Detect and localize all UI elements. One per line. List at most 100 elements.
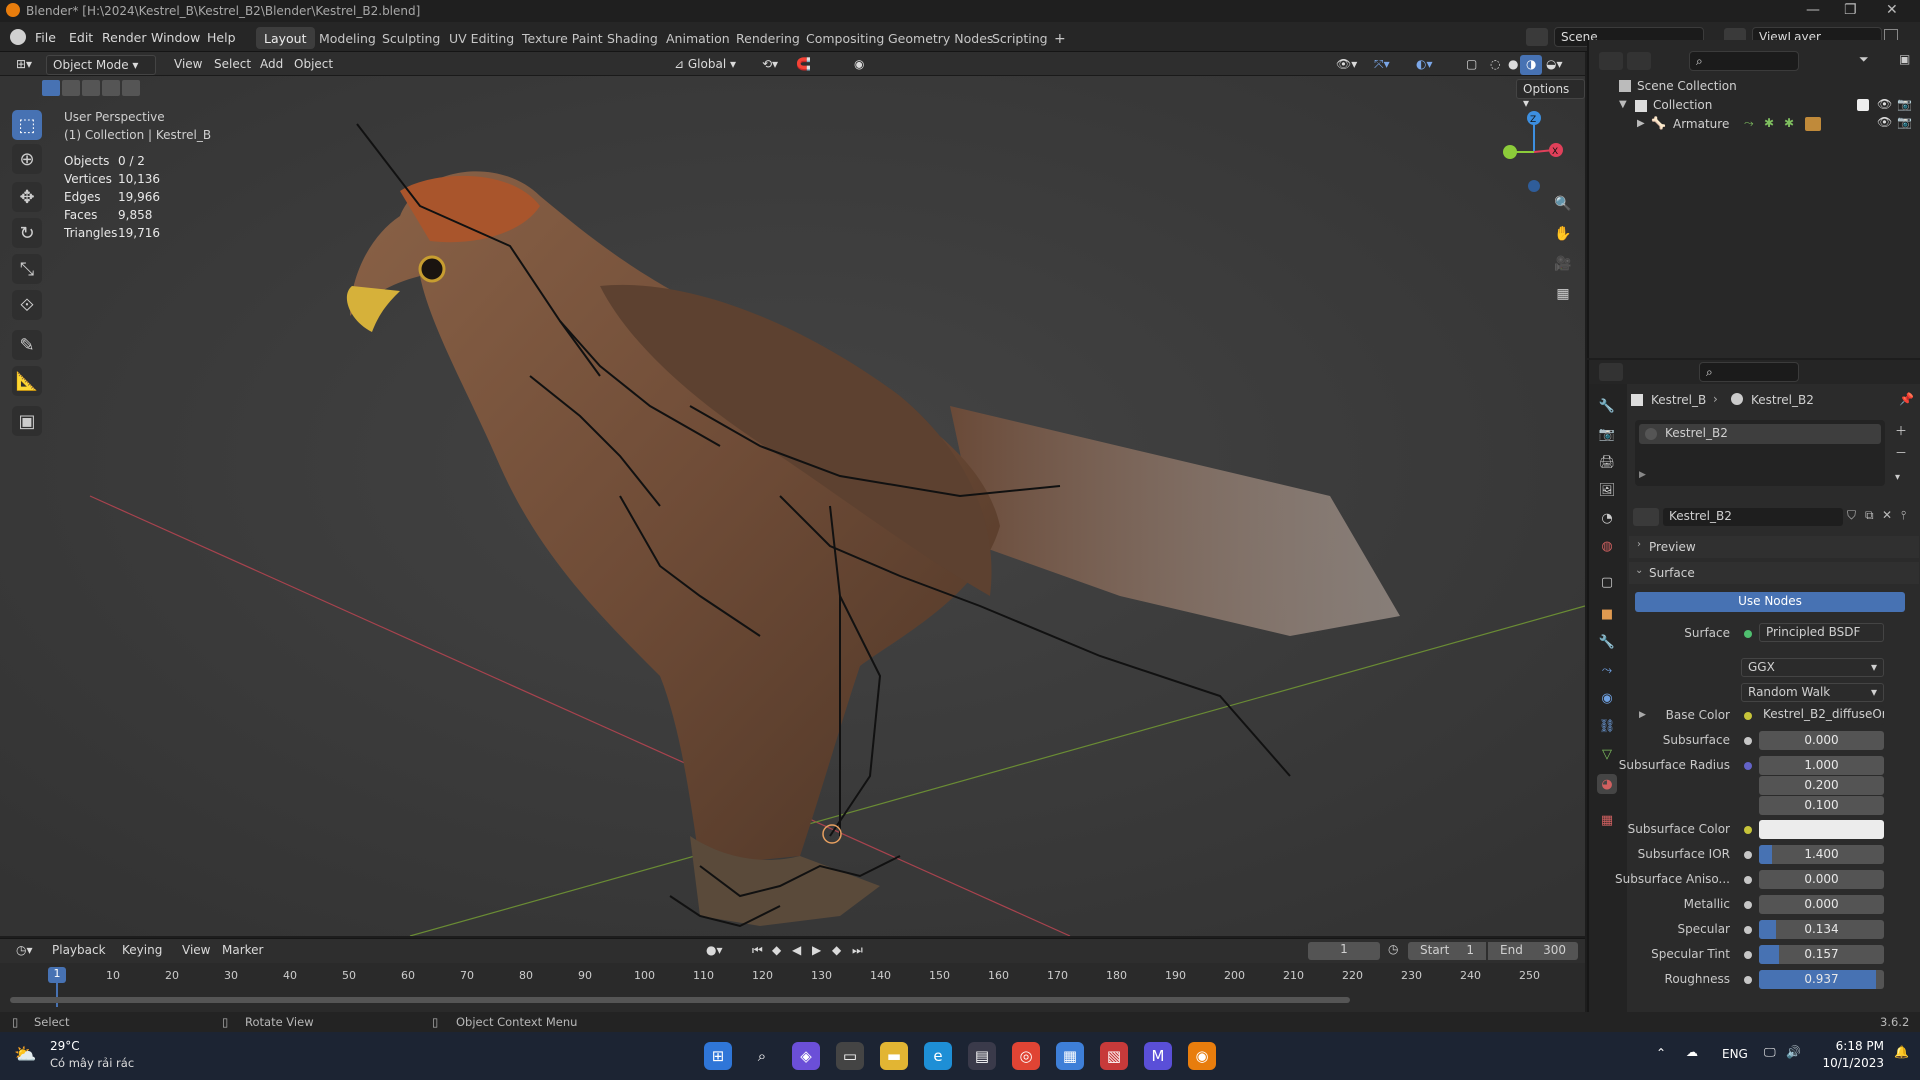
distribution-dropdown[interactable]: GGX ▾ [1741,658,1884,677]
subsurface-slider[interactable]: 0.000 [1759,731,1884,750]
menu-add[interactable]: Add [254,55,289,75]
mail-icon[interactable]: M [1144,1042,1172,1070]
shading-rendered-icon[interactable]: ◒▾ [1540,55,1569,75]
menu-select[interactable]: Select [208,55,257,75]
prev-keyframe-icon[interactable]: ◆ [766,941,787,961]
pin-icon[interactable]: 📌 [1899,392,1914,406]
menu-window[interactable]: Window [151,30,200,45]
subsurface-ior-slider[interactable]: 1.400 [1759,845,1884,864]
record-icon[interactable]: ●▾ [700,941,729,961]
use-nodes-button[interactable]: Use Nodes [1635,592,1905,612]
language-indicator[interactable]: ENG [1722,1047,1748,1061]
tab-texture-paint[interactable]: Texture Paint [514,27,611,49]
outliner-search[interactable]: ⌕ [1689,51,1799,71]
zoom-icon[interactable]: 🔍 [1551,192,1575,216]
maximize-icon[interactable]: ❐ [1844,2,1857,18]
editor-type-icon[interactable]: ⊞▾ [10,55,38,75]
next-keyframe-icon[interactable]: ◆ [826,941,847,961]
subsurface-radius-x[interactable]: 1.000 [1759,756,1884,775]
browse-material-icon[interactable] [1633,508,1659,526]
store-icon[interactable]: ▦ [1056,1042,1084,1070]
menu-edit[interactable]: Edit [69,30,93,45]
outliner-editor-icon[interactable] [1599,52,1623,70]
menu-help[interactable]: Help [207,30,236,45]
menu-playback[interactable]: Playback [46,941,112,961]
menu-keying[interactable]: Keying [116,941,168,961]
eye-icon[interactable]: 👁 [1877,97,1892,111]
start-frame-field[interactable]: Start 1 [1408,942,1486,960]
specular-slider[interactable]: 0.134 [1759,920,1884,939]
render-tab-icon[interactable]: 📷 [1597,424,1617,444]
tab-uv-editing[interactable]: UV Editing [441,27,522,49]
widgets-icon[interactable]: ◈ [792,1042,820,1070]
collection-tab-icon[interactable]: ▢ [1597,572,1617,592]
tab-scripting[interactable]: Scripting [984,27,1056,49]
mode-dropdown[interactable]: Object Mode ▾ [46,55,156,75]
ortho-grid-icon[interactable]: ▦ [1551,282,1575,306]
texture-tab-icon[interactable]: ▦ [1597,810,1617,830]
expand-arrow-icon[interactable]: ▶ [1637,118,1645,129]
pivot-icon[interactable]: ⟲▾ [756,55,784,75]
overlay-toggle-icon[interactable]: ◐▾ [1410,55,1439,75]
scene-tab-icon[interactable]: ◔ [1597,508,1617,528]
duplicate-icon[interactable]: ⧉ [1865,508,1874,523]
modifier-tab-icon[interactable]: 🔧 [1597,632,1617,652]
blender-menu-icon[interactable] [10,29,26,45]
select-intersect-icon[interactable] [122,80,140,96]
node-link-icon[interactable]: ⫯ [1901,508,1906,523]
menu-render[interactable]: Render [102,30,147,45]
timeline-track[interactable]: 1 10 20 30 40 50 60 70 80 90 100 110 120… [10,967,1580,1007]
view-layer-tab-icon[interactable]: 🖼 [1597,480,1617,500]
file-explorer-icon[interactable]: ▬ [880,1042,908,1070]
scene-icon[interactable] [1526,28,1548,46]
search-icon[interactable]: ⌕ [748,1042,776,1070]
edge-icon[interactable]: e [924,1042,952,1070]
add-workspace-button[interactable]: + [1046,27,1074,49]
menu-view[interactable]: View [168,55,208,75]
base-color-texture-field[interactable]: Kestrel_B2_diffuseOrig... [1759,706,1884,725]
display-mode-icon[interactable] [1627,52,1651,70]
network-icon[interactable]: 🖵 [1764,1045,1776,1060]
subsurface-radius-y[interactable]: 0.200 [1759,776,1884,795]
subsurface-radius-z[interactable]: 0.100 [1759,796,1884,815]
menu-marker[interactable]: Marker [216,941,269,961]
options-dropdown[interactable]: Options ▾ [1516,79,1585,110]
metallic-slider[interactable]: 0.000 [1759,895,1884,914]
app-icon[interactable]: ▤ [968,1042,996,1070]
weather-icon[interactable]: ⛅ [14,1044,38,1066]
expand-arrow-icon[interactable]: ▼ [1619,99,1627,110]
surface-shader-field[interactable]: Principled BSDF [1759,623,1884,642]
cursor-tool[interactable]: ⊕ [12,144,42,174]
tab-rendering[interactable]: Rendering [728,27,808,49]
tab-sculpting[interactable]: Sculpting [374,27,448,49]
material-tab-icon[interactable]: ◕ [1597,774,1617,794]
select-new-icon[interactable] [42,80,60,96]
fake-user-icon[interactable]: ⛉ [1847,508,1856,523]
timeline-editor-icon[interactable]: ◷▾ [10,941,39,961]
task-view-icon[interactable]: ▭ [836,1042,864,1070]
playhead[interactable]: 1 [48,967,66,983]
camera-view-icon[interactable]: 🎥 [1551,252,1575,276]
play-reverse-icon[interactable]: ◀ [786,941,807,961]
add-slot-icon[interactable]: ＋ [1895,422,1907,439]
tool-tab-icon[interactable]: 🔧 [1597,396,1617,416]
proportional-edit-icon[interactable]: ◉ [848,55,870,75]
select-extend-icon[interactable] [62,80,80,96]
add-cube-tool[interactable]: ▣ [12,406,42,436]
properties-search[interactable]: ⌕ [1699,362,1799,382]
start-icon[interactable]: ⊞ [704,1042,732,1070]
snap-icon[interactable]: 🧲 [790,55,817,75]
subsurface-method-dropdown[interactable]: Random Walk ▾ [1741,683,1884,702]
xray-icon[interactable]: ▢ [1460,55,1483,75]
play-icon[interactable]: ▶ [806,941,827,961]
unlink-icon[interactable]: ✕ [1882,508,1892,522]
menu-object[interactable]: Object [288,55,339,75]
select-box-tool[interactable]: ⬚ [12,110,42,140]
end-frame-field[interactable]: End 300 [1488,942,1578,960]
tray-chevron-icon[interactable]: ⌃ [1656,1046,1666,1060]
tab-compositing[interactable]: Compositing [798,27,892,49]
tab-modeling[interactable]: Modeling [311,27,384,49]
object-tab-icon[interactable]: ■ [1597,604,1617,624]
current-frame-field[interactable]: 1 [1308,942,1380,960]
office-icon[interactable]: ▧ [1100,1042,1128,1070]
